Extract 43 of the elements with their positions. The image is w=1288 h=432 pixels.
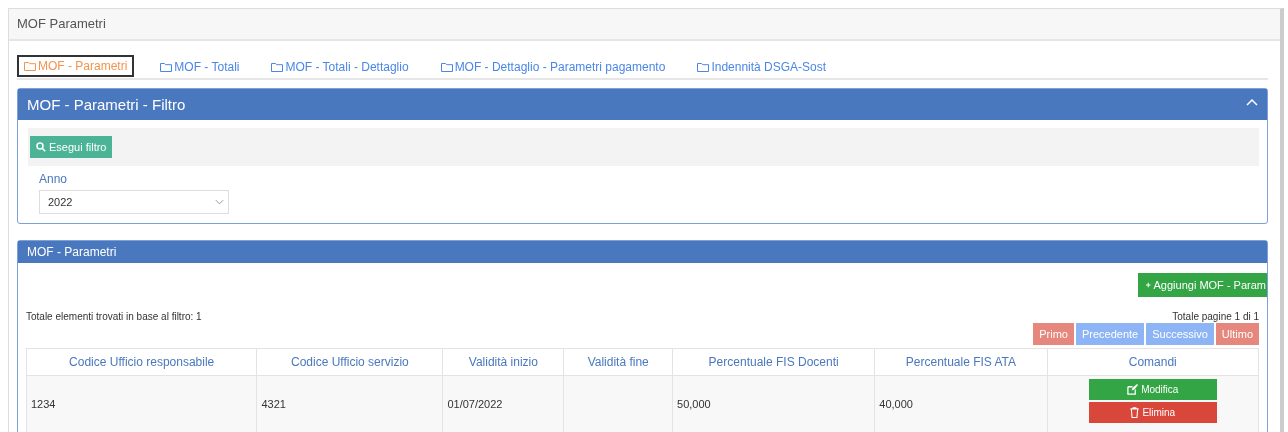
table-cell: 40,000 — [874, 375, 1048, 432]
year-select[interactable]: 2022 — [39, 190, 229, 214]
column-header: Comandi — [1047, 348, 1259, 376]
results-count: Totale elementi trovati in base al filtro: 1 — [26, 311, 202, 322]
delete-button[interactable]: Elimina — [1088, 402, 1217, 423]
run-filter-button[interactable]: Esegui filtro — [30, 136, 113, 158]
column-header: Validità inizio — [442, 348, 564, 376]
tab[interactable]: MOF - Totali - Dettaglio — [271, 56, 409, 78]
table-cell: 1234 — [26, 375, 257, 432]
column-header: Codice Ufficio responsabile — [26, 348, 257, 376]
folder-icon — [271, 62, 284, 72]
edit-button[interactable]: Modifica — [1088, 379, 1217, 400]
column-header: Codice Ufficio servizio — [256, 348, 443, 376]
tab[interactable]: MOF - Parametri — [17, 55, 135, 77]
search-icon — [36, 142, 46, 152]
tab[interactable]: Indennità DSGA-Sost — [697, 56, 827, 78]
tab[interactable]: MOF - Totali — [160, 56, 240, 78]
pager-button[interactable]: Precedente — [1075, 323, 1145, 345]
add-button[interactable]: Aggiungi MOF - Param — [1138, 273, 1267, 297]
page-count: Totale pagine 1 di 1 — [1172, 311, 1259, 322]
column-header: Percentuale FIS ATA — [874, 348, 1048, 376]
folder-icon — [160, 62, 173, 72]
pager-button[interactable]: Ultimo — [1215, 323, 1259, 345]
caret-icon — [215, 199, 224, 205]
chevron-icon[interactable] — [1246, 97, 1258, 106]
folder-icon — [24, 61, 36, 71]
edit-icon — [1127, 384, 1139, 395]
panel-title: MOF - Parametri — [27, 245, 117, 259]
column-header: Percentuale FIS Docenti — [672, 348, 875, 376]
pager-button[interactable]: Primo — [1033, 323, 1074, 345]
column-header: Validità fine — [563, 348, 673, 376]
year-label: Anno — [39, 172, 69, 186]
tab[interactable]: MOF - Dettaglio - Parametri pagamento — [440, 56, 666, 78]
pager-button[interactable]: Successivo — [1146, 323, 1214, 345]
trash-icon — [1130, 407, 1140, 418]
table-cell: 01/07/2022 — [442, 375, 564, 432]
page-title: MOF Parametri — [9, 9, 1280, 41]
table-cell: 50,000 — [672, 375, 875, 432]
panel-title: MOF - Parametri - Filtro — [27, 96, 186, 113]
plus-icon — [1146, 280, 1151, 290]
folder-icon — [440, 62, 453, 72]
folder-icon — [697, 62, 710, 72]
table-cell: 4321 — [256, 375, 443, 432]
